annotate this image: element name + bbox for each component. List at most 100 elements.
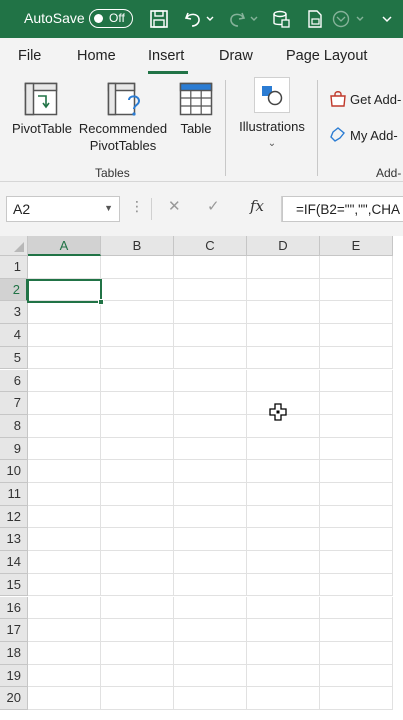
cell-d15[interactable] <box>247 573 320 597</box>
cell-c16[interactable] <box>174 596 247 620</box>
cell-a9[interactable] <box>28 437 101 461</box>
cell-d12[interactable] <box>247 505 320 529</box>
cell-b3[interactable] <box>101 301 174 325</box>
spreadsheet-grid[interactable]: A B C D E 1 2 3 4 5 6 7 8 9 10 11 12 13 14 15 16 17 18 19 20 <box>0 236 403 720</box>
get-addins-button[interactable]: Get Add- <box>329 90 401 111</box>
tab-page-layout[interactable]: Page Layout <box>286 48 367 64</box>
cell-d5[interactable] <box>247 346 320 370</box>
cell-a14[interactable] <box>28 551 101 574</box>
row-header-17[interactable]: 17 <box>0 619 28 642</box>
cell-c6[interactable] <box>174 369 247 393</box>
insert-function-icon[interactable]: fx <box>250 197 264 215</box>
cell-d18[interactable] <box>247 641 320 665</box>
pivottable-button[interactable]: PivotTable <box>8 120 76 137</box>
fill-handle[interactable] <box>98 299 104 305</box>
cell-b19[interactable] <box>101 664 174 688</box>
cell-a18[interactable] <box>28 641 101 665</box>
cell-e8[interactable] <box>320 414 393 438</box>
cell-c10[interactable] <box>174 460 247 483</box>
cell-c12[interactable] <box>174 505 247 529</box>
cell-e14[interactable] <box>320 551 393 574</box>
cell-e16[interactable] <box>320 596 393 620</box>
row-header-10[interactable]: 10 <box>0 460 28 483</box>
cell-a11[interactable] <box>28 483 101 506</box>
select-all-corner[interactable] <box>0 236 28 256</box>
cell-d9[interactable] <box>247 437 320 461</box>
redo-dropdown-icon[interactable] <box>248 8 260 30</box>
cell-d10[interactable] <box>247 460 320 483</box>
cell-b7[interactable] <box>101 392 174 415</box>
cell-c3[interactable] <box>174 301 247 325</box>
cell-c4[interactable] <box>174 324 247 347</box>
cell-b4[interactable] <box>101 324 174 347</box>
column-header-d[interactable]: D <box>247 236 320 256</box>
cell-e1[interactable] <box>320 256 393 279</box>
cell-c20[interactable] <box>174 687 247 710</box>
autosave-toggle[interactable]: Off <box>89 9 133 28</box>
cell-a12[interactable] <box>28 505 101 529</box>
formula-input[interactable]: =IF(B2="","",CHA <box>282 196 403 222</box>
column-header-b[interactable]: B <box>101 236 174 256</box>
cell-b2[interactable] <box>101 278 174 302</box>
cell-e13[interactable] <box>320 528 393 552</box>
cell-c2[interactable] <box>174 278 247 302</box>
cell-c5[interactable] <box>174 346 247 370</box>
cell-c14[interactable] <box>174 551 247 574</box>
cell-a5[interactable] <box>28 346 101 370</box>
recommended-pivottables-button[interactable]: Recommended PivotTables <box>74 120 172 154</box>
cell-a4[interactable] <box>28 324 101 347</box>
row-header-4[interactable]: 4 <box>0 324 28 347</box>
cell-d13[interactable] <box>247 528 320 552</box>
cell-e3[interactable] <box>320 301 393 325</box>
cell-b14[interactable] <box>101 551 174 574</box>
row-header-13[interactable]: 13 <box>0 528 28 552</box>
cell-c8[interactable] <box>174 414 247 438</box>
cell-e9[interactable] <box>320 437 393 461</box>
cell-b16[interactable] <box>101 596 174 620</box>
cell-e18[interactable] <box>320 641 393 665</box>
cell-b9[interactable] <box>101 437 174 461</box>
cell-b15[interactable] <box>101 573 174 597</box>
tab-home[interactable]: Home <box>77 48 116 64</box>
column-header-e[interactable]: E <box>320 236 393 256</box>
undo-icon[interactable] <box>182 8 204 30</box>
cell-e17[interactable] <box>320 619 393 642</box>
row-header-5[interactable]: 5 <box>0 346 28 370</box>
cell-e12[interactable] <box>320 505 393 529</box>
brush-dropdown-icon[interactable] <box>354 8 366 30</box>
row-header-1[interactable]: 1 <box>0 256 28 279</box>
cell-c15[interactable] <box>174 573 247 597</box>
cell-a15[interactable] <box>28 573 101 597</box>
cancel-icon[interactable]: ✕ <box>168 197 181 215</box>
row-header-15[interactable]: 15 <box>0 573 28 597</box>
cell-b5[interactable] <box>101 346 174 370</box>
row-header-9[interactable]: 9 <box>0 437 28 461</box>
cell-e6[interactable] <box>320 369 393 393</box>
cell-b18[interactable] <box>101 641 174 665</box>
row-header-3[interactable]: 3 <box>0 301 28 325</box>
cell-e5[interactable] <box>320 346 393 370</box>
row-header-11[interactable]: 11 <box>0 483 28 506</box>
cell-e11[interactable] <box>320 483 393 506</box>
cell-a3[interactable] <box>28 301 101 325</box>
cell-a6[interactable] <box>28 369 101 393</box>
brush-icon[interactable] <box>330 8 352 30</box>
enter-icon[interactable]: ✓ <box>207 197 220 215</box>
drag-handle-icon[interactable]: ⋮ <box>130 198 144 215</box>
cell-c17[interactable] <box>174 619 247 642</box>
cell-e7[interactable] <box>320 392 393 415</box>
cell-b6[interactable] <box>101 369 174 393</box>
cell-e19[interactable] <box>320 664 393 688</box>
tab-file[interactable]: File <box>18 48 41 64</box>
cell-c19[interactable] <box>174 664 247 688</box>
row-header-16[interactable]: 16 <box>0 596 28 620</box>
row-header-14[interactable]: 14 <box>0 551 28 574</box>
form-icon[interactable] <box>304 8 326 30</box>
tab-insert[interactable]: Insert <box>148 48 184 64</box>
cell-a7[interactable] <box>28 392 101 415</box>
cell-c11[interactable] <box>174 483 247 506</box>
table-button[interactable]: Table <box>174 120 218 137</box>
cell-e20[interactable] <box>320 687 393 710</box>
table-icon[interactable] <box>270 8 292 30</box>
cell-e4[interactable] <box>320 324 393 347</box>
